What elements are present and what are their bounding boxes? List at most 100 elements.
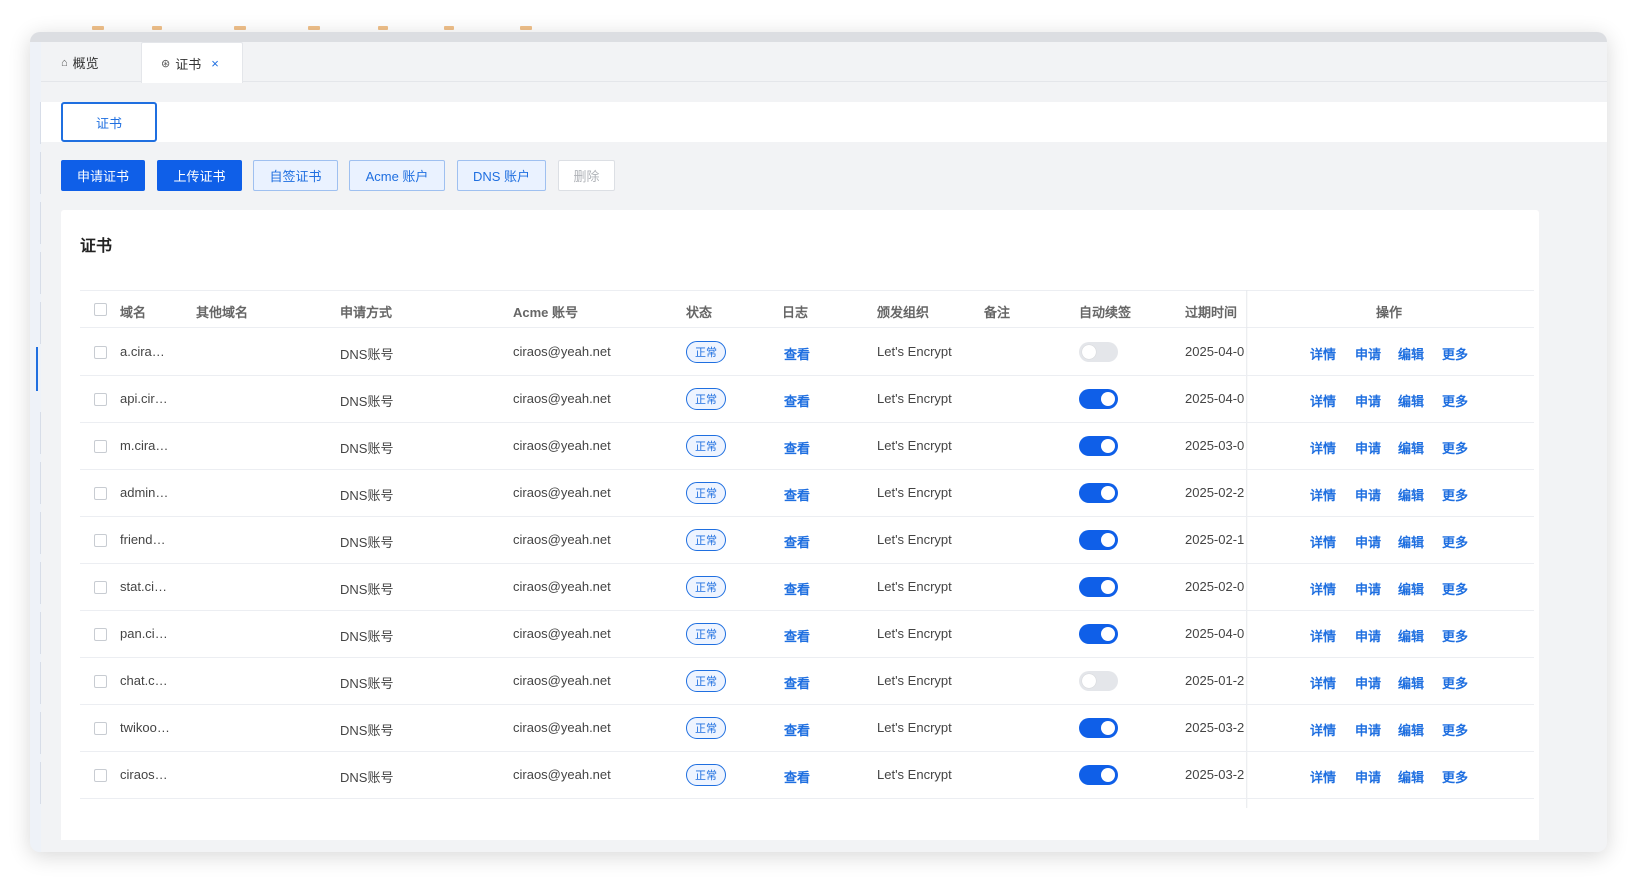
sidebar-rail-item[interactable]: [36, 712, 41, 754]
auto-renew-toggle[interactable]: [1079, 577, 1118, 597]
sidebar-rail-item[interactable]: [36, 252, 41, 294]
row-checkbox[interactable]: [94, 346, 107, 359]
apply-certificate-button[interactable]: 申请证书: [61, 160, 145, 191]
detail-link[interactable]: 详情: [1310, 391, 1336, 410]
auto-renew-toggle[interactable]: [1079, 765, 1118, 785]
detail-link[interactable]: 详情: [1310, 720, 1336, 739]
auto-renew-toggle[interactable]: [1079, 624, 1118, 644]
row-checkbox[interactable]: [94, 487, 107, 500]
apply-link[interactable]: 申请: [1355, 438, 1381, 457]
row-checkbox[interactable]: [94, 769, 107, 782]
apply-link[interactable]: 申请: [1355, 344, 1381, 363]
edit-link[interactable]: 编辑: [1398, 344, 1424, 363]
auto-renew-toggle[interactable]: [1079, 671, 1118, 691]
apply-link[interactable]: 申请: [1355, 720, 1381, 739]
more-link[interactable]: 更多: [1442, 626, 1468, 645]
detail-link[interactable]: 详情: [1310, 626, 1336, 645]
tab-close-icon[interactable]: ×: [211, 56, 219, 71]
view-log-link[interactable]: 查看: [784, 673, 810, 692]
detail-link[interactable]: 详情: [1310, 344, 1336, 363]
column-header-acme-account: Acme 账号: [513, 305, 579, 320]
row-checkbox[interactable]: [94, 440, 107, 453]
apply-link[interactable]: 申请: [1355, 626, 1381, 645]
edit-link[interactable]: 编辑: [1398, 532, 1424, 551]
edit-link[interactable]: 编辑: [1398, 720, 1424, 739]
sidebar-rail-item[interactable]: [36, 412, 41, 454]
more-link[interactable]: 更多: [1442, 485, 1468, 504]
toggle-knob: [1082, 345, 1096, 359]
apply-link[interactable]: 申请: [1355, 391, 1381, 410]
detail-link[interactable]: 详情: [1310, 673, 1336, 692]
view-log-link[interactable]: 查看: [784, 767, 810, 786]
edit-link[interactable]: 编辑: [1398, 391, 1424, 410]
detail-link[interactable]: 详情: [1310, 532, 1336, 551]
apply-link[interactable]: 申请: [1355, 485, 1381, 504]
tab-overview[interactable]: ⌂ 概览: [51, 42, 141, 83]
row-checkbox[interactable]: [94, 581, 107, 594]
more-link[interactable]: 更多: [1442, 673, 1468, 692]
apply-link[interactable]: 申请: [1355, 532, 1381, 551]
detail-link[interactable]: 详情: [1310, 767, 1336, 786]
detail-link[interactable]: 详情: [1310, 579, 1336, 598]
row-checkbox[interactable]: [94, 675, 107, 688]
edit-link[interactable]: 编辑: [1398, 673, 1424, 692]
auto-renew-toggle[interactable]: [1079, 530, 1118, 550]
more-link[interactable]: 更多: [1442, 579, 1468, 598]
view-log-link[interactable]: 查看: [784, 391, 810, 410]
view-log-link[interactable]: 查看: [784, 720, 810, 739]
auto-renew-toggle[interactable]: [1079, 342, 1118, 362]
filter-tab-certificates[interactable]: 证书: [61, 102, 157, 142]
view-log-link[interactable]: 查看: [784, 579, 810, 598]
row-checkbox[interactable]: [94, 393, 107, 406]
horizontal-scrollbar[interactable]: [41, 840, 1607, 852]
apply-link[interactable]: 申请: [1355, 673, 1381, 692]
detail-link[interactable]: 详情: [1310, 438, 1336, 457]
view-log-link[interactable]: 查看: [784, 532, 810, 551]
sidebar-rail-item[interactable]: [36, 202, 41, 244]
more-link[interactable]: 更多: [1442, 767, 1468, 786]
edit-link[interactable]: 编辑: [1398, 438, 1424, 457]
view-log-link[interactable]: 查看: [784, 626, 810, 645]
row-checkbox[interactable]: [94, 534, 107, 547]
column-header-domain[interactable]: 域名: [120, 302, 146, 321]
more-link[interactable]: 更多: [1442, 720, 1468, 739]
detail-link[interactable]: 详情: [1310, 485, 1336, 504]
more-link[interactable]: 更多: [1442, 391, 1468, 410]
sidebar-rail-item[interactable]: [36, 562, 41, 604]
more-link[interactable]: 更多: [1442, 344, 1468, 363]
dns-account-button[interactable]: DNS 账户: [457, 160, 546, 191]
view-log-link[interactable]: 查看: [784, 438, 810, 457]
row-checkbox[interactable]: [94, 722, 107, 735]
upload-certificate-button[interactable]: 上传证书: [157, 160, 242, 191]
apply-link[interactable]: 申请: [1355, 767, 1381, 786]
edit-link[interactable]: 编辑: [1398, 767, 1424, 786]
sidebar-rail-item[interactable]: [36, 762, 41, 804]
auto-renew-toggle[interactable]: [1079, 483, 1118, 503]
sidebar-rail-item[interactable]: [36, 662, 41, 704]
self-signed-certificate-button[interactable]: 自签证书: [253, 160, 338, 191]
view-log-link[interactable]: 查看: [784, 344, 810, 363]
auto-renew-toggle[interactable]: [1079, 389, 1118, 409]
acme-account-button[interactable]: Acme 账户: [349, 160, 445, 191]
edit-link[interactable]: 编辑: [1398, 626, 1424, 645]
delete-button[interactable]: 删除: [558, 160, 615, 191]
more-link[interactable]: 更多: [1442, 532, 1468, 551]
sidebar-rail[interactable]: [30, 42, 41, 852]
edit-link[interactable]: 编辑: [1398, 579, 1424, 598]
sidebar-rail-item[interactable]: [36, 462, 41, 504]
row-checkbox[interactable]: [94, 628, 107, 641]
view-log-link[interactable]: 查看: [784, 485, 810, 504]
column-header-expire-time[interactable]: 过期时间: [1185, 302, 1237, 321]
edit-link[interactable]: 编辑: [1398, 485, 1424, 504]
sidebar-rail-active-item[interactable]: [33, 347, 38, 391]
auto-renew-toggle[interactable]: [1079, 718, 1118, 738]
auto-renew-toggle[interactable]: [1079, 436, 1118, 456]
apply-link[interactable]: 申请: [1355, 579, 1381, 598]
sidebar-rail-item[interactable]: [36, 612, 41, 654]
more-link[interactable]: 更多: [1442, 438, 1468, 457]
sidebar-rail-item[interactable]: [36, 512, 41, 554]
tab-certificates[interactable]: ⊛ 证书 ×: [141, 42, 243, 83]
sidebar-rail-item[interactable]: [36, 152, 41, 194]
sidebar-rail-item[interactable]: [36, 302, 41, 344]
select-all-checkbox[interactable]: [94, 303, 107, 316]
